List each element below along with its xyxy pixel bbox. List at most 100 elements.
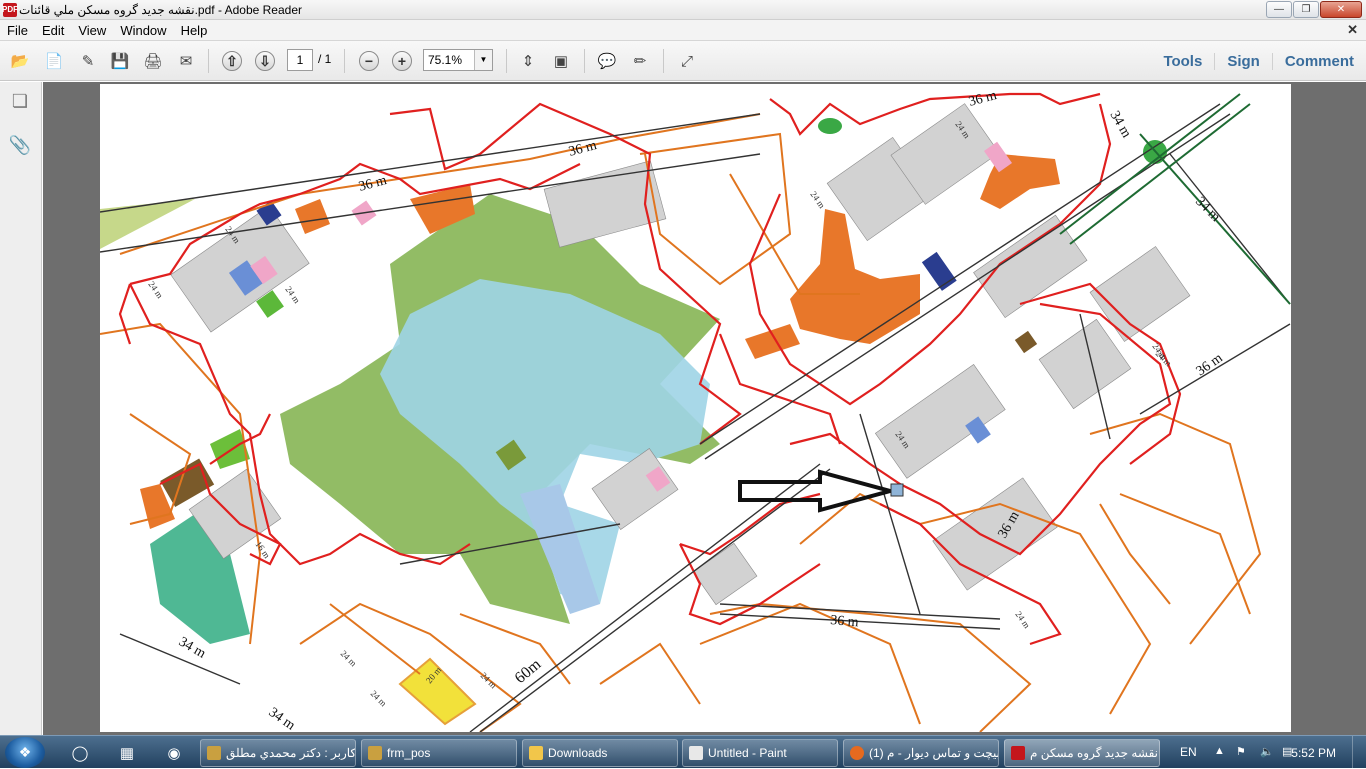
toolbar-divider [663, 49, 664, 73]
street-label: 24 m [369, 688, 389, 708]
comment-link[interactable]: Comment [1271, 52, 1366, 70]
fit-width-icon[interactable]: ⇕ [516, 50, 540, 72]
street-label: 24 m [479, 670, 499, 690]
show-hidden-icons-icon[interactable]: ▲ [1214, 745, 1225, 757]
full-screen-icon[interactable]: ⤢ [675, 50, 699, 72]
taskbar-item-label: (1) بیچت و تماس دیوار - م [869, 746, 999, 760]
taskbar-item-frm-pos[interactable]: frm_pos [361, 739, 517, 767]
menu-file[interactable]: File [0, 23, 35, 38]
app-window-icon [207, 746, 221, 760]
page-number-input[interactable]: 1 [287, 49, 313, 71]
adobe-reader-icon: PDF [2, 2, 18, 17]
tools-link[interactable]: Tools [1151, 53, 1214, 70]
road-label: 34 m [266, 705, 298, 732]
toolbar-divider [584, 49, 585, 73]
fit-page-icon[interactable]: ▣ [549, 50, 573, 72]
open-space-area [100, 199, 195, 249]
marked-parcel [890, 483, 904, 497]
email-icon[interactable]: ✉ [174, 50, 198, 72]
zoom-value: 75.1% [428, 53, 463, 67]
menu-window[interactable]: Window [113, 23, 173, 38]
toolbar-divider [208, 49, 209, 73]
windows-taskbar: ❖ ◯ ▦ ◉ کاربر : دکتر محمدي مطلق frm_pos … [0, 735, 1366, 769]
street-label: 24 m [808, 189, 827, 210]
road-label: 36 m [1194, 351, 1226, 380]
minimize-button[interactable]: — [1266, 1, 1292, 18]
close-document-icon[interactable]: ✕ [1347, 22, 1358, 38]
show-desktop-button[interactable] [1352, 736, 1366, 769]
taskbar-item-downloads[interactable]: Downloads [522, 739, 678, 767]
road-label: 36 m [357, 173, 388, 195]
road-label: 60m [512, 655, 545, 687]
street-label: 24 m [1013, 609, 1032, 630]
road-label: 36 m [967, 88, 998, 110]
calculator-icon[interactable]: ▦ [114, 740, 140, 766]
street-label: 24 m [146, 279, 165, 300]
menu-bar: File Edit View Window Help ✕ [0, 20, 1366, 41]
zoom-in-icon[interactable]: + [390, 50, 414, 72]
menu-help[interactable]: Help [174, 23, 215, 38]
road-label: 34 m [1107, 109, 1134, 141]
green-island [818, 118, 842, 134]
task-pane-links: Tools Sign Comment [1151, 41, 1366, 81]
paint-icon [689, 746, 703, 760]
window-title: نقشه جديد گروه مسکن ملي قائنات.pdf - Ado… [19, 2, 303, 17]
app-window-icon [368, 746, 382, 760]
street-label: 24 m [1154, 348, 1174, 368]
toolbar-divider [344, 49, 345, 73]
create-pdf-icon[interactable]: 📄 [42, 50, 66, 72]
firefox-icon [850, 746, 864, 760]
orange-block [745, 324, 800, 359]
save-icon[interactable]: 💾 [108, 50, 132, 72]
title-bar: PDF نقشه جديد گروه مسکن ملي قائنات.pdf -… [0, 0, 1366, 20]
zoom-out-icon[interactable]: − [357, 50, 381, 72]
taskbar-item-label: نقشه جديد گروه مسکن م... [1030, 746, 1159, 760]
action-center-icon[interactable]: ⚑ [1236, 745, 1246, 758]
folder-icon [529, 746, 543, 760]
next-page-icon[interactable]: ⇩ [253, 50, 277, 72]
edit-pdf-icon[interactable]: ✎ [76, 50, 100, 72]
close-button[interactable]: ✕ [1320, 1, 1362, 18]
pdf-page: 36 m 36 m 36 m 34 m 34 m 36 m 36 m 60m 3… [100, 84, 1291, 732]
print-icon[interactable]: 🖨 [141, 50, 165, 72]
pdf-icon [1011, 746, 1025, 760]
start-button[interactable]: ❖ [5, 737, 45, 768]
taskbar-item-label: frm_pos [387, 746, 431, 760]
toolbar-divider [506, 49, 507, 73]
chrome-icon[interactable]: ◉ [161, 740, 187, 766]
chevron-down-icon[interactable]: ▼ [474, 50, 492, 70]
site-plan-map: 36 m 36 m 36 m 34 m 34 m 36 m 36 m 60m 3… [100, 88, 1291, 732]
menu-edit[interactable]: Edit [35, 23, 71, 38]
taskbar-item-user[interactable]: کاربر : دکتر محمدي مطلق [200, 739, 356, 767]
taskbar-item-label: Untitled - Paint [708, 746, 787, 760]
document-viewport[interactable]: 36 m 36 m 36 m 34 m 34 m 36 m 36 m 60m 3… [43, 82, 1366, 735]
navigation-panel: ❏ 📎 [0, 82, 42, 735]
sign-link[interactable]: Sign [1214, 52, 1272, 70]
clock[interactable]: 5:52 PM [1291, 746, 1336, 760]
zoom-select[interactable]: 75.1% ▼ [423, 49, 493, 71]
street-label: 24 m [283, 284, 302, 305]
taskbar-item-paint[interactable]: Untitled - Paint [682, 739, 838, 767]
road-label: 36 m [830, 613, 860, 630]
taskbar-item-firefox[interactable]: (1) بیچت و تماس دیوار - م [843, 739, 999, 767]
open-icon[interactable]: 📂 [8, 50, 32, 72]
taskbar-item-label: Downloads [548, 746, 608, 760]
window-controls: — ❐ ✕ [1266, 1, 1362, 18]
orange-block [295, 199, 330, 234]
highlight-text-icon[interactable]: ✏ [628, 50, 652, 72]
attachments-icon[interactable]: 📎 [9, 134, 31, 156]
taskbar-item-adobe-reader[interactable]: نقشه جديد گروه مسکن م... [1004, 739, 1160, 767]
sticky-note-icon[interactable]: 💬 [595, 50, 619, 72]
edge-icon[interactable]: ◯ [67, 740, 93, 766]
page-thumbnails-icon[interactable]: ❏ [9, 90, 31, 112]
orange-block [790, 209, 920, 344]
road-label: 34 m [1192, 194, 1223, 225]
main-avenue [1059, 93, 1291, 305]
previous-page-icon[interactable]: ⇧ [220, 50, 244, 72]
menu-view[interactable]: View [71, 23, 113, 38]
arrow-annotation [738, 469, 898, 513]
restore-button[interactable]: ❐ [1293, 1, 1319, 18]
volume-icon[interactable]: 🔈 [1260, 745, 1274, 758]
language-indicator[interactable]: EN [1180, 745, 1197, 759]
street-label: 24 m [339, 648, 359, 668]
